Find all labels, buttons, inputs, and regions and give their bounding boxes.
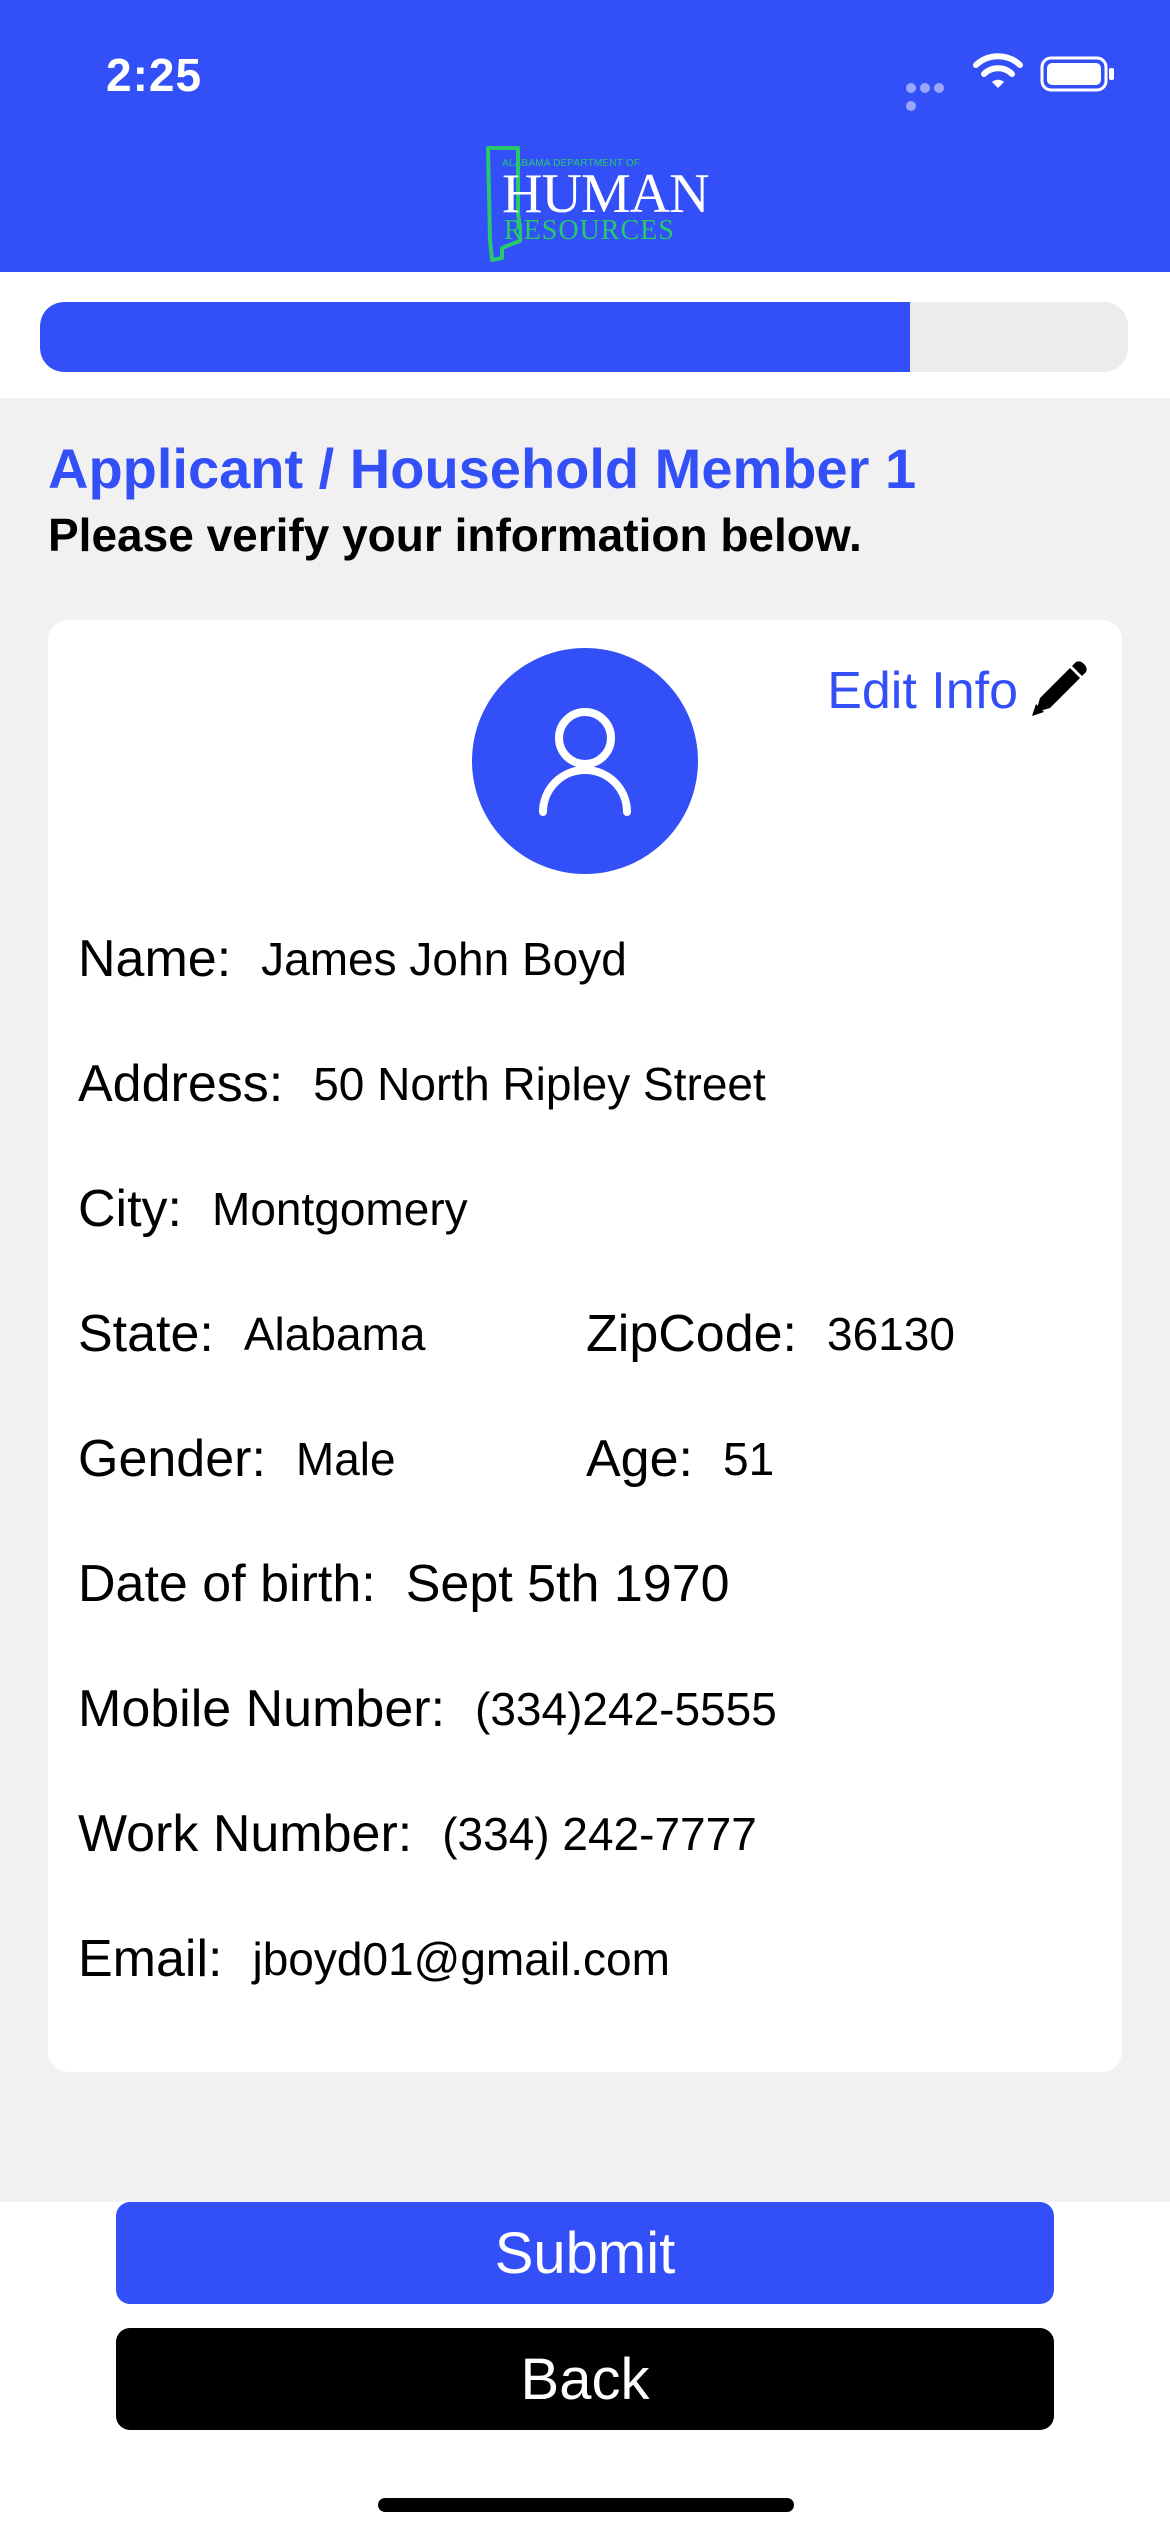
progress-bar-fill [40, 302, 911, 372]
field-label: ZipCode: [586, 1305, 797, 1363]
field-label: City: [78, 1180, 182, 1238]
field-value: Montgomery [212, 1183, 468, 1235]
field-city: City: Montgomery [78, 1174, 468, 1244]
screen: 2:25 ALABAMA DEPARTMENT OF HUMAN RESOURC… [0, 0, 1170, 2532]
submit-button[interactable]: Submit [116, 2202, 1054, 2304]
page-title: Applicant / Household Member 1 [48, 437, 917, 500]
logo-line-2: HUMAN [502, 163, 710, 225]
logo-line-3: RESOURCES [504, 215, 675, 246]
field-state: State: Alabama [78, 1299, 425, 1369]
field-date-of-birth: Date of birth: Sept 5th 1970 [78, 1549, 730, 1619]
back-button[interactable]: Back [116, 2328, 1054, 2430]
field-label: Mobile Number: [78, 1680, 446, 1738]
main-content: Applicant / Household Member 1 Please ve… [0, 398, 1170, 2202]
progress-section [0, 272, 1170, 398]
field-value: James John Boyd [261, 933, 627, 985]
field-value: 51 [722, 1433, 775, 1485]
field-label: Address: [78, 1055, 284, 1113]
field-label: Date of birth: [78, 1555, 376, 1613]
page-subtitle: Please verify your information below. [48, 509, 862, 561]
field-label: Age: [586, 1430, 693, 1488]
edit-info-label: Edit Info [827, 662, 1018, 720]
bottom-actions: Submit Back [0, 2202, 1170, 2532]
field-label: State: [78, 1305, 214, 1363]
field-value: 36130 [827, 1308, 955, 1360]
dhr-logo: ALABAMA DEPARTMENT OF HUMAN RESOURCES [482, 144, 710, 262]
field-value: 50 North Ripley Street [313, 1058, 766, 1110]
field-zipcode: ZipCode: 36130 [586, 1299, 955, 1369]
wifi-icon [973, 53, 1023, 88]
progress-bar [40, 302, 1128, 372]
field-age: Age: 51 [586, 1424, 774, 1494]
field-name: Name: James John Boyd [78, 924, 627, 994]
field-value: Sept 5th 1970 [405, 1555, 730, 1613]
field-value: jboyd01@gmail.com [252, 1933, 670, 1985]
field-mobile-number: Mobile Number: (334)242-5555 [78, 1674, 777, 1744]
field-value: Alabama [243, 1308, 426, 1360]
field-value: (334) 242-7777 [442, 1808, 757, 1860]
field-label: Name: [78, 930, 232, 988]
field-value: (334)242-5555 [475, 1683, 777, 1735]
field-gender: Gender: Male [78, 1424, 396, 1494]
home-indicator[interactable] [378, 2498, 794, 2512]
pencil-icon [1032, 661, 1087, 716]
field-label: Gender: [78, 1430, 266, 1488]
person-icon [539, 708, 631, 816]
signal-dots-icon [906, 80, 960, 111]
app-header: 2:25 ALABAMA DEPARTMENT OF HUMAN RESOURC… [0, 0, 1170, 272]
field-work-number: Work Number: (334) 242-7777 [78, 1799, 757, 1869]
battery-icon [1040, 56, 1114, 92]
info-card: Edit Info Name: James John Boyd Address:… [48, 620, 1122, 2072]
avatar [472, 648, 698, 874]
field-value: Male [295, 1433, 396, 1485]
field-label: Email: [78, 1930, 223, 1988]
field-address: Address: 50 North Ripley Street [78, 1049, 766, 1119]
field-label: Work Number: [78, 1805, 413, 1863]
edit-info-button[interactable]: Edit Info [827, 656, 1090, 726]
status-time: 2:25 [106, 49, 203, 101]
field-email: Email: jboyd01@gmail.com [78, 1924, 670, 1994]
